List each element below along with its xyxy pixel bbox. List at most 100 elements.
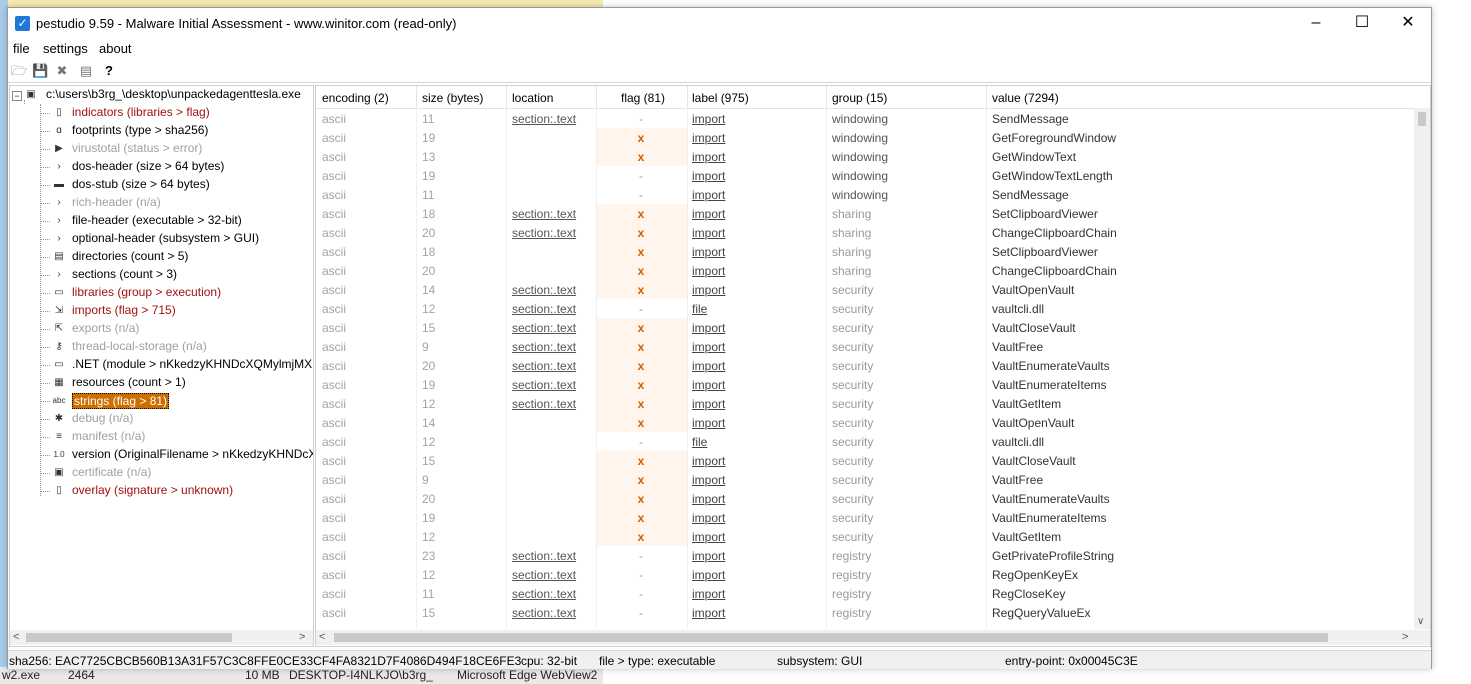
cell-label[interactable]: import <box>692 169 725 183</box>
tree-item[interactable]: › file-header (executable > 32-bit) <box>10 212 313 230</box>
table-row[interactable]: ascii 20 section:.text x import sharing Change… <box>316 223 1413 242</box>
tree-item[interactable]: ▶ virustotal (status > error) <box>10 140 313 158</box>
table-row[interactable]: ascii 15 section:.text x import security Vault… <box>316 318 1413 337</box>
cell-location[interactable]: section:.text <box>512 302 576 316</box>
cell-label[interactable]: import <box>692 321 725 335</box>
grid-vscroll-thumb[interactable] <box>1418 112 1426 126</box>
scroll-down-icon[interactable]: ∨ <box>1417 616 1424 627</box>
grid-scroll-right-icon[interactable]: > <box>1402 630 1408 645</box>
cell-label[interactable]: import <box>692 131 725 145</box>
table-row[interactable]: ascii 20 x import security VaultEnumerateVaul… <box>316 489 1413 508</box>
table-row[interactable]: ascii 19 x import windowing GetForegroundWind… <box>316 128 1413 147</box>
table-row[interactable]: ascii 12 section:.text x import security Vault… <box>316 394 1413 413</box>
tree-item[interactable]: ▤ directories (count > 5) <box>10 248 313 266</box>
column-size[interactable]: size (bytes) <box>422 91 483 105</box>
cell-location[interactable]: section:.text <box>512 226 576 240</box>
close-file-icon[interactable]: ✖ <box>54 63 70 79</box>
cell-label[interactable]: import <box>692 340 725 354</box>
cell-label[interactable]: import <box>692 207 725 221</box>
tree-item[interactable]: ▭ .NET (module > nKkedzyKHNDcXQMylmjMX <box>10 356 313 374</box>
column-label[interactable]: label (975) <box>692 91 749 105</box>
tree-item[interactable]: abc strings (flag > 81) <box>10 392 313 410</box>
table-row[interactable]: ascii 15 x import security VaultCloseVault <box>316 451 1413 470</box>
cell-label[interactable]: import <box>692 492 725 506</box>
cell-label[interactable]: import <box>692 226 725 240</box>
table-row[interactable]: ascii 14 x import security VaultOpenVault <box>316 413 1413 432</box>
cell-location[interactable]: section:.text <box>512 587 576 601</box>
cell-label[interactable]: file <box>692 302 707 316</box>
grid-hscroll-thumb[interactable] <box>334 633 1328 642</box>
table-row[interactable]: ascii 19 x import security VaultEnumerateItem… <box>316 508 1413 527</box>
column-location[interactable]: location <box>512 91 553 105</box>
cell-label[interactable]: import <box>692 264 725 278</box>
cell-location[interactable]: section:.text <box>512 112 576 126</box>
tree-item[interactable]: › optional-header (subsystem > GUI) <box>10 230 313 248</box>
cell-location[interactable]: section:.text <box>512 207 576 221</box>
tree-item[interactable]: › rich-header (n/a) <box>10 194 313 212</box>
table-row[interactable]: ascii 19 section:.text x import security Vault… <box>316 375 1413 394</box>
tree-item[interactable]: ≡ manifest (n/a) <box>10 428 313 446</box>
cell-location[interactable]: section:.text <box>512 359 576 373</box>
tree-item[interactable]: ⇱ exports (n/a) <box>10 320 313 338</box>
help-icon[interactable]: ? <box>101 63 117 79</box>
table-row[interactable]: ascii 11 - import windowing SendMessage <box>316 185 1413 204</box>
tree-horizontal-scrollbar[interactable]: < > <box>10 630 313 645</box>
minimize-button[interactable]: – <box>1293 8 1339 38</box>
tree-item[interactable]: ⇲ imports (flag > 715) <box>10 302 313 320</box>
cell-label[interactable]: import <box>692 530 725 544</box>
table-row[interactable]: ascii 18 x import sharing SetClipboardViewer <box>316 242 1413 261</box>
cell-location[interactable]: section:.text <box>512 606 576 620</box>
cell-location[interactable]: section:.text <box>512 568 576 582</box>
table-row[interactable]: ascii 19 - import windowing GetWindowTextLeng… <box>316 166 1413 185</box>
maximize-button[interactable]: ☐ <box>1339 8 1385 38</box>
cell-label[interactable]: import <box>692 549 725 563</box>
table-row[interactable]: ascii 20 section:.text x import security Vault… <box>316 356 1413 375</box>
tree-item[interactable]: ɑ footprints (type > sha256) <box>10 122 313 140</box>
tree-item[interactable]: 1.0 version (OriginalFilename > nKkedzyKH… <box>10 446 313 464</box>
cell-label[interactable]: import <box>692 283 725 297</box>
table-row[interactable]: ascii 15 section:.text - import registry RegQu… <box>316 603 1413 622</box>
menu-about[interactable]: about <box>99 41 132 56</box>
tree-item[interactable]: ▯ overlay (signature > unknown) <box>10 482 313 500</box>
column-encoding[interactable]: encoding (2) <box>322 91 389 105</box>
cell-label[interactable]: import <box>692 150 725 164</box>
grid-vertical-scrollbar[interactable]: ∨ <box>1414 108 1430 629</box>
tree-scroll-thumb[interactable] <box>26 633 232 642</box>
tree-item[interactable]: › sections (count > 3) <box>10 266 313 284</box>
cell-location[interactable]: section:.text <box>512 378 576 392</box>
scroll-left-icon[interactable]: < <box>13 630 19 645</box>
cell-label[interactable]: import <box>692 454 725 468</box>
tree-item[interactable]: ▯ indicators (libraries > flag) <box>10 104 313 122</box>
table-row[interactable]: ascii 12 section:.text - file security vaultcl… <box>316 299 1413 318</box>
column-flag[interactable]: flag (81) <box>621 91 665 105</box>
cell-location[interactable]: section:.text <box>512 397 576 411</box>
cell-label[interactable]: import <box>692 245 725 259</box>
column-group[interactable]: group (15) <box>832 91 887 105</box>
menu-file[interactable]: file <box>13 41 30 56</box>
scroll-right-icon[interactable]: > <box>299 630 305 645</box>
table-row[interactable]: ascii 11 section:.text - import registry RegCl… <box>316 584 1413 603</box>
tree-item[interactable]: ✱ debug (n/a) <box>10 410 313 428</box>
save-icon[interactable]: 💾 <box>32 63 48 79</box>
cell-label[interactable]: file <box>692 435 707 449</box>
cell-label[interactable]: import <box>692 568 725 582</box>
cell-location[interactable]: section:.text <box>512 340 576 354</box>
cell-label[interactable]: import <box>692 511 725 525</box>
cell-label[interactable]: import <box>692 606 725 620</box>
column-value[interactable]: value (7294) <box>992 91 1059 105</box>
cell-label[interactable]: import <box>692 473 725 487</box>
tree-item[interactable]: ⚷ thread-local-storage (n/a) <box>10 338 313 356</box>
table-row[interactable]: ascii 12 x import security VaultGetItem <box>316 527 1413 546</box>
table-row[interactable]: ascii 20 x import sharing ChangeClipboardChai… <box>316 261 1413 280</box>
table-row[interactable]: ascii 11 section:.text - import windowing Send… <box>316 109 1413 128</box>
table-row[interactable]: ascii 9 section:.text x import security VaultF… <box>316 337 1413 356</box>
tree-root[interactable]: − ▣ c:\users\b3rg_\desktop\unpackedagent… <box>10 86 313 104</box>
tree-item[interactable]: ▭ libraries (group > execution) <box>10 284 313 302</box>
cell-label[interactable]: import <box>692 397 725 411</box>
cell-location[interactable]: section:.text <box>512 321 576 335</box>
table-row[interactable]: ascii 13 x import windowing GetWindowText <box>316 147 1413 166</box>
grid-scroll-left-icon[interactable]: < <box>319 630 325 645</box>
table-row[interactable]: ascii 12 - file security vaultcli.dll <box>316 432 1413 451</box>
open-folder-icon[interactable]: 🗁 <box>11 63 27 79</box>
collapse-icon[interactable]: − <box>12 91 22 101</box>
